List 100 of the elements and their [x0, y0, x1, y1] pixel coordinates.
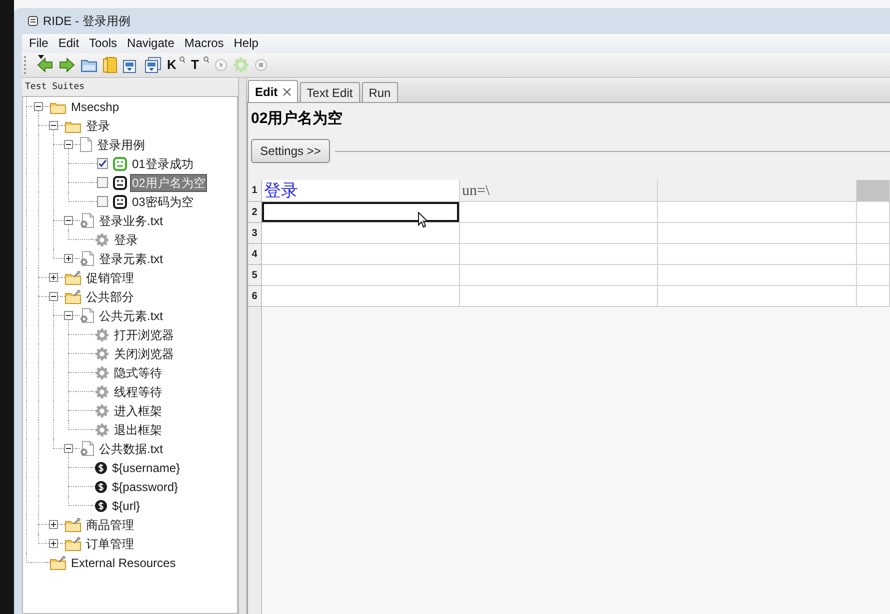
grid-cell[interactable] — [658, 223, 857, 244]
folder-tool-icon — [65, 270, 81, 284]
test-search-button[interactable]: T — [191, 56, 209, 74]
menu-item[interactable]: Edit — [53, 35, 84, 52]
tree-item[interactable]: 公共数据.txt — [97, 440, 166, 458]
back-arrow-icon[interactable] — [37, 57, 53, 73]
grid-cell[interactable] — [658, 202, 857, 223]
menu-item[interactable]: Help — [228, 35, 264, 52]
menu-item[interactable]: File — [24, 35, 54, 52]
editor-title: 02用户名为空 — [250, 109, 344, 128]
tree-item[interactable]: 关闭浏览器 — [112, 344, 176, 362]
gear-icon — [95, 366, 109, 380]
tree-item[interactable]: 退出框架 — [112, 420, 164, 438]
grid-cell[interactable] — [658, 265, 857, 286]
grid-cell[interactable]: un=\ — [460, 180, 658, 202]
menu-item[interactable]: Navigate — [122, 35, 180, 52]
tree-item[interactable]: Msecshp — [69, 98, 122, 116]
grid-cell[interactable] — [262, 265, 460, 286]
dollar-icon — [95, 462, 107, 474]
splitter[interactable] — [238, 78, 247, 614]
grid-cell[interactable] — [857, 223, 890, 244]
grid-cell[interactable] — [857, 202, 890, 223]
grid-cell[interactable] — [857, 244, 890, 265]
tree-item[interactable]: 线程等待 — [112, 382, 164, 400]
tree-item[interactable]: 公共部分 — [84, 288, 136, 306]
tree-item[interactable]: 商品管理 — [84, 516, 136, 534]
grid-cell[interactable] — [262, 202, 460, 223]
tree-toggle[interactable] — [49, 520, 58, 529]
tree-item[interactable]: ${username} — [110, 458, 182, 476]
tree-item[interactable]: 登录 — [112, 230, 140, 248]
grid-cell[interactable] — [857, 286, 890, 307]
close-icon[interactable] — [282, 88, 291, 96]
grid-cell[interactable] — [460, 223, 658, 244]
save-icon[interactable] — [123, 57, 139, 73]
tree-item[interactable]: 进入框架 — [112, 402, 164, 420]
tab[interactable]: Edit — [248, 80, 298, 102]
grid-cell[interactable] — [460, 202, 658, 223]
tree-item[interactable]: ${password} — [110, 478, 180, 496]
folder-tool-icon — [65, 518, 81, 532]
panel-title: Test Suites — [25, 81, 85, 94]
book-icon[interactable] — [103, 57, 117, 73]
tree-toggle[interactable] — [64, 444, 73, 453]
menu-item[interactable]: Tools — [84, 35, 122, 52]
grid-cell[interactable] — [658, 286, 857, 307]
tab[interactable]: Run — [362, 82, 398, 102]
grid-cell[interactable] — [658, 244, 857, 265]
tree-item[interactable]: External Resources — [69, 554, 178, 572]
grid-cell[interactable] — [460, 265, 658, 286]
document-icon — [80, 137, 92, 152]
tree-toggle[interactable] — [64, 254, 73, 263]
grid-cell[interactable] — [460, 244, 658, 265]
menu-item[interactable]: Macros — [179, 35, 229, 52]
tree-item[interactable]: ${url} — [110, 496, 142, 514]
keyword-search-button[interactable]: K — [167, 56, 185, 74]
grid-cell[interactable] — [857, 180, 890, 202]
checkbox[interactable] — [97, 177, 108, 188]
tree-item[interactable]: 登录用例 — [95, 136, 147, 154]
tree-item[interactable]: 登录元素.txt — [97, 250, 166, 268]
tree-toggle[interactable] — [64, 311, 73, 320]
tree-item[interactable]: 订单管理 — [84, 534, 136, 552]
tree-item[interactable]: 01登录成功 — [130, 154, 196, 172]
tree-toggle[interactable] — [49, 273, 58, 282]
grid-cell[interactable] — [262, 244, 460, 265]
dollar-icon — [95, 500, 107, 512]
tree-toggle[interactable] — [34, 102, 43, 111]
grid-cell[interactable] — [658, 180, 857, 202]
window-title: RIDE - 登录用例 — [43, 13, 130, 30]
tree-item[interactable]: 登录业务.txt — [97, 212, 166, 230]
tree-toggle[interactable] — [64, 140, 73, 149]
tree-item[interactable]: 公共元素.txt — [97, 306, 166, 324]
gear-icon — [95, 232, 109, 246]
forward-arrow-icon[interactable] — [59, 57, 75, 73]
tab[interactable]: Text Edit — [300, 82, 360, 102]
settings-button[interactable]: Settings >> — [251, 139, 330, 163]
open-folder-icon[interactable] — [81, 57, 97, 73]
tree-item[interactable]: 隐式等待 — [112, 364, 164, 382]
tree-toggle[interactable] — [49, 292, 58, 301]
tree-item[interactable]: 02用户名为空 — [130, 174, 208, 192]
gear-icon — [95, 422, 109, 436]
gear-icon — [95, 384, 109, 398]
document-gear-icon — [80, 441, 94, 456]
checkbox[interactable] — [97, 158, 108, 169]
row-number: 6 — [248, 286, 262, 307]
tree-item[interactable]: 登录 — [84, 116, 112, 134]
grid-cell[interactable] — [262, 223, 460, 244]
row-number: 2 — [248, 202, 262, 223]
tree-toggle[interactable] — [64, 216, 73, 225]
tree-item[interactable]: 03密码为空 — [130, 192, 196, 210]
tree-item[interactable]: 促销管理 — [84, 268, 136, 286]
checkbox[interactable] — [97, 196, 108, 207]
document-gear-icon — [80, 308, 94, 323]
grid-cell[interactable] — [857, 265, 890, 286]
tree-item[interactable]: 打开浏览器 — [112, 326, 176, 344]
grid-cell[interactable] — [460, 286, 658, 307]
grid-cell[interactable] — [262, 286, 460, 307]
grid-cell[interactable]: 登录 — [262, 180, 460, 202]
row-number: 4 — [248, 244, 262, 265]
tree-toggle[interactable] — [49, 121, 58, 130]
tree-toggle[interactable] — [49, 539, 58, 548]
save-all-icon[interactable] — [145, 57, 161, 73]
